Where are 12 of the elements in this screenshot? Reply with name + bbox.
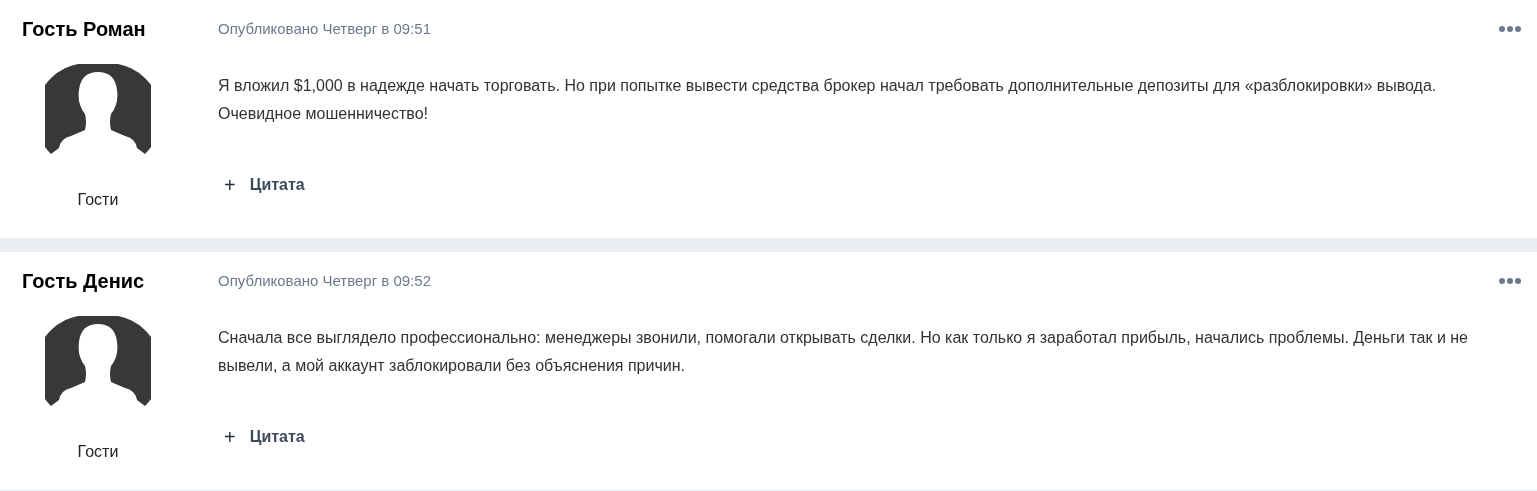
quote-button[interactable]: + Цитата	[210, 168, 319, 202]
author-name[interactable]: Гость Денис	[22, 268, 145, 294]
post-timestamp: Опубликовано Четверг в 09:51	[218, 19, 432, 39]
post-timestamp: Опубликовано Четверг в 09:52	[218, 271, 432, 291]
more-options-icon[interactable]	[1499, 26, 1521, 32]
user-group: Гости	[77, 188, 119, 212]
author-name[interactable]: Гость Роман	[22, 16, 146, 42]
more-options-icon[interactable]	[1499, 278, 1521, 284]
quote-button[interactable]: + Цитата	[210, 420, 319, 454]
post-body: Я вложил $1,000 в надежде начать торговать. Но при попытке вывести средства брокер начал требовать дополнительные депозиты для «разблокировки» вывода. Очевидное мошенничество!	[218, 76, 1438, 124]
post-body: Сначала все выглядело профессионально: менеджеры звонили, помогали открывать сделки. Но как только я заработал прибыль, начались проблемы. Деньги так и не вывели, а мой аккаунт заблокировали без объяснения причин.	[218, 328, 1469, 376]
user-group: Гости	[77, 440, 119, 464]
